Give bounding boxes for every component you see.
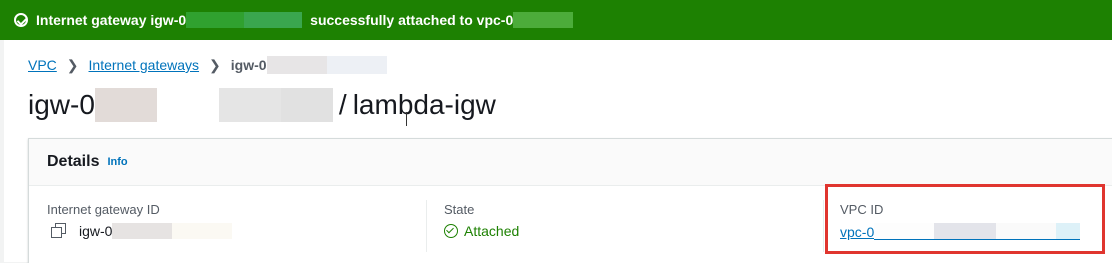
flash-message-prefix: Internet gateway igw-0 [36,12,187,28]
breadcrumb-internet-gateways[interactable]: Internet gateways [89,57,200,73]
page-title-name: lambda-igw [352,89,496,120]
gateway-id-field: Internet gateway ID igw-0 [47,202,233,239]
breadcrumb: VPC ❯ Internet gateways ❯ igw-0 [28,56,387,74]
column-divider [426,200,427,252]
page-title-id: igw-0 [28,89,95,120]
redacted-igw-id-2 [244,12,303,28]
column-divider [823,200,824,252]
vpc-id-highlight-box [825,184,1105,254]
redacted-breadcrumb-id-2 [326,56,387,74]
redacted-title-id-3 [218,88,281,122]
title-separator: / [338,89,347,120]
copy-icon[interactable] [51,223,67,239]
redacted-gateway-id-2 [172,223,233,239]
breadcrumb-vpc[interactable]: VPC [28,57,57,73]
state-field: State Attached [444,202,519,239]
gateway-id-value: igw-0 [79,223,113,239]
redacted-title-id [94,88,157,122]
redacted-title-id-4 [280,88,333,122]
redacted-title-id-2 [156,88,219,122]
redacted-gateway-id [112,223,173,239]
state-value: Attached [464,223,520,239]
breadcrumb-current: igw-0 [230,57,267,73]
state-label: State [444,202,475,217]
info-link[interactable]: Info [107,156,127,168]
flash-message-middle: successfully attached to vpc-0 [310,12,514,28]
redacted-breadcrumb-id [266,56,327,74]
text-cursor-icon [406,112,408,126]
success-check-icon [14,13,28,27]
redacted-vpc-id [513,12,574,28]
details-heading: Details [47,153,100,170]
status-success-icon [444,224,458,238]
gateway-id-row: igw-0 [47,223,233,239]
details-header: Details Info [29,139,1112,186]
state-row: Attached [444,223,519,239]
gateway-id-label: Internet gateway ID [47,202,160,217]
success-flash-banner: Internet gateway igw-0 successfully atta… [0,0,1112,40]
page-title: igw-0 / lambda-igw [28,88,496,122]
redacted-igw-id [186,12,245,28]
chevron-right-icon: ❯ [209,56,221,73]
chevron-right-icon: ❯ [66,56,79,73]
